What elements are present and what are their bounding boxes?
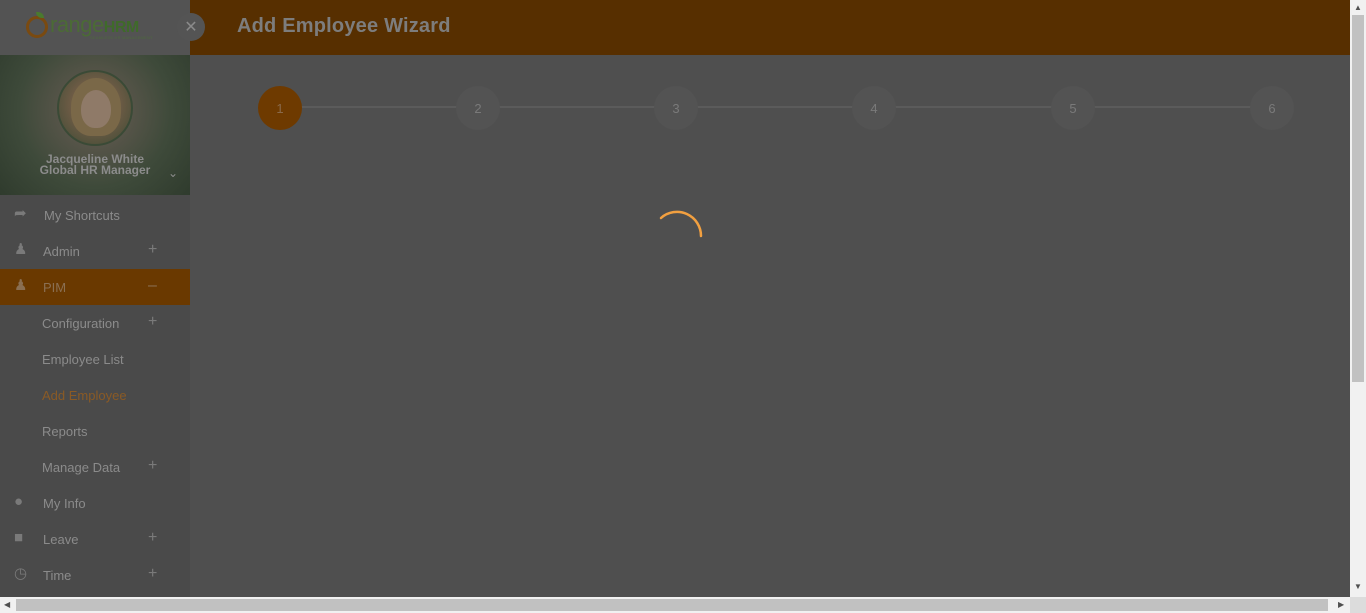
user-profile[interactable]: Jacqueline White Global HR Manager ⌄	[0, 55, 190, 195]
menu-item-leave[interactable]: ■ Leave +	[0, 521, 190, 557]
scroll-down-icon[interactable]: ▼	[1354, 582, 1362, 591]
menu-item-reports[interactable]: Reports	[0, 413, 190, 449]
menu-item-time[interactable]: ◷ Time +	[0, 557, 190, 593]
logo-tagline: SEAMLESS HR MANAGEMENT	[90, 35, 153, 40]
horizontal-scrollbar[interactable]: ◀ ▶	[0, 597, 1350, 613]
wizard-step-5[interactable]: 5	[1051, 86, 1095, 130]
scrollbar-thumb[interactable]	[1352, 15, 1364, 382]
chevron-down-icon[interactable]: ⌄	[168, 166, 178, 180]
stepper-line	[280, 106, 1272, 108]
menu-label: Admin	[43, 244, 80, 259]
top-bar: Add Employee Wizard	[190, 0, 1350, 55]
share-arrow-icon: ➦	[14, 205, 27, 222]
user-circle-icon: ●	[14, 493, 24, 510]
avatar-face	[81, 90, 111, 128]
plus-icon[interactable]: +	[148, 457, 157, 475]
plus-icon[interactable]: +	[148, 565, 157, 583]
wizard-step-6[interactable]: 6	[1250, 86, 1294, 130]
logo-main: range	[50, 12, 104, 37]
scroll-left-icon[interactable]: ◀	[4, 600, 10, 609]
menu-label: Time	[43, 568, 72, 583]
menu-label: Leave	[43, 532, 79, 547]
scrollbar-corner	[1350, 597, 1366, 613]
menu-label: My Info	[43, 496, 86, 511]
sidebar: rangeHRM SEAMLESS HR MANAGEMENT Jacqueli…	[0, 0, 190, 597]
wizard-step-2[interactable]: 2	[456, 86, 500, 130]
menu-label: My Shortcuts	[44, 208, 120, 223]
logo[interactable]: rangeHRM SEAMLESS HR MANAGEMENT	[0, 0, 190, 55]
menu-label: Add Employee	[42, 388, 127, 403]
menu-item-my-shortcuts[interactable]: ➦ My Shortcuts	[0, 197, 190, 233]
plus-icon[interactable]: +	[148, 241, 157, 259]
menu-label: PIM	[43, 280, 67, 295]
main-content: Add Employee Wizard 1 2 3 4 5 6	[190, 0, 1350, 597]
wizard-stepper: 1 2 3 4 5 6	[258, 86, 1294, 132]
user-settings-icon: ♟	[14, 241, 28, 258]
scroll-right-icon[interactable]: ▶	[1338, 600, 1344, 609]
loading-spinner-icon	[659, 210, 703, 238]
close-icon[interactable]: ✕	[177, 13, 205, 41]
menu-item-admin[interactable]: ♟ Admin +	[0, 233, 190, 269]
scroll-up-icon[interactable]: ▲	[1354, 3, 1362, 12]
plus-icon[interactable]: +	[148, 529, 157, 547]
wizard-step-3[interactable]: 3	[654, 86, 698, 130]
wizard-step-4[interactable]: 4	[852, 86, 896, 130]
profile-role: Global HR Manager	[39, 163, 151, 177]
scrollbar-thumb[interactable]	[16, 599, 1328, 611]
menu-item-my-info[interactable]: ● My Info	[0, 485, 190, 521]
menu-label: Employee List	[42, 352, 124, 367]
menu-item-add-employee[interactable]: Add Employee	[0, 377, 190, 413]
avatar[interactable]	[57, 70, 133, 146]
wizard-step-1[interactable]: 1	[258, 86, 302, 130]
menu-item-employee-list[interactable]: Employee List	[0, 341, 190, 377]
plus-icon[interactable]: +	[148, 313, 157, 331]
page-title: Add Employee Wizard	[237, 15, 451, 37]
user-list-icon: ♟	[14, 277, 28, 294]
menu-label: Reports	[42, 424, 88, 439]
briefcase-icon: ■	[14, 529, 24, 546]
menu-item-configuration[interactable]: Configuration +	[0, 305, 190, 341]
menu-item-pim[interactable]: ♟ PIM –	[0, 269, 190, 305]
clock-icon: ◷	[14, 565, 28, 582]
vertical-scrollbar[interactable]: ▲ ▼	[1350, 0, 1366, 597]
minus-icon[interactable]: –	[148, 277, 157, 295]
menu-label: Manage Data	[42, 460, 121, 475]
menu-label: Configuration	[42, 316, 120, 331]
logo-hrm: HRM	[103, 19, 139, 36]
menu-item-manage-data[interactable]: Manage Data +	[0, 449, 190, 485]
